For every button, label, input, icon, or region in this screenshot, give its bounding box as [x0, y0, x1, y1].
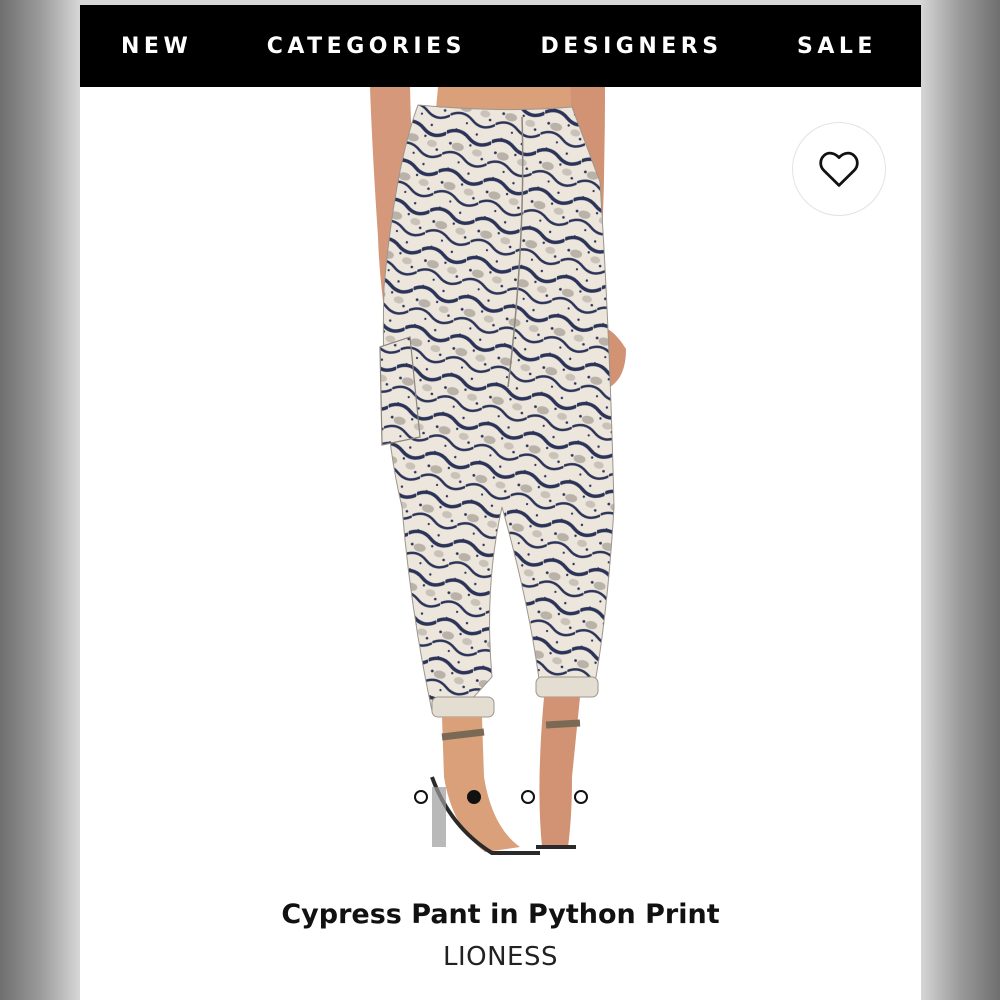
nav-new[interactable]: NEW [121, 34, 192, 59]
carousel-dot-1[interactable] [414, 790, 428, 804]
carousel-dot-3[interactable] [520, 790, 535, 804]
nav-sale[interactable]: SALE [797, 34, 877, 59]
nav-designers[interactable]: DESIGNERS [540, 34, 722, 59]
right-cuff [535, 676, 599, 698]
favorite-button[interactable] [792, 122, 886, 216]
python-print-pants [382, 104, 615, 713]
carousel-dots [414, 787, 588, 807]
model-right-foot [539, 697, 580, 847]
top-nav: NEW CATEGORIES DESIGNERS SALE [80, 5, 921, 87]
right-sandal-strap [545, 719, 581, 729]
heart-outline-icon [819, 151, 859, 187]
nav-categories[interactable]: CATEGORIES [267, 34, 466, 59]
carousel-dot-4[interactable] [573, 790, 588, 804]
product-title[interactable]: Cypress Pant in Python Print [80, 899, 921, 930]
carousel-dot-2[interactable] [467, 790, 482, 804]
product-brand[interactable]: LIONESS [80, 942, 921, 972]
left-cuff [431, 696, 495, 718]
product-page: NEW CATEGORIES DESIGNERS SALE Cypress Pa… [80, 5, 921, 1000]
left-sandal-strap [441, 728, 485, 741]
product-image[interactable] [80, 87, 921, 882]
